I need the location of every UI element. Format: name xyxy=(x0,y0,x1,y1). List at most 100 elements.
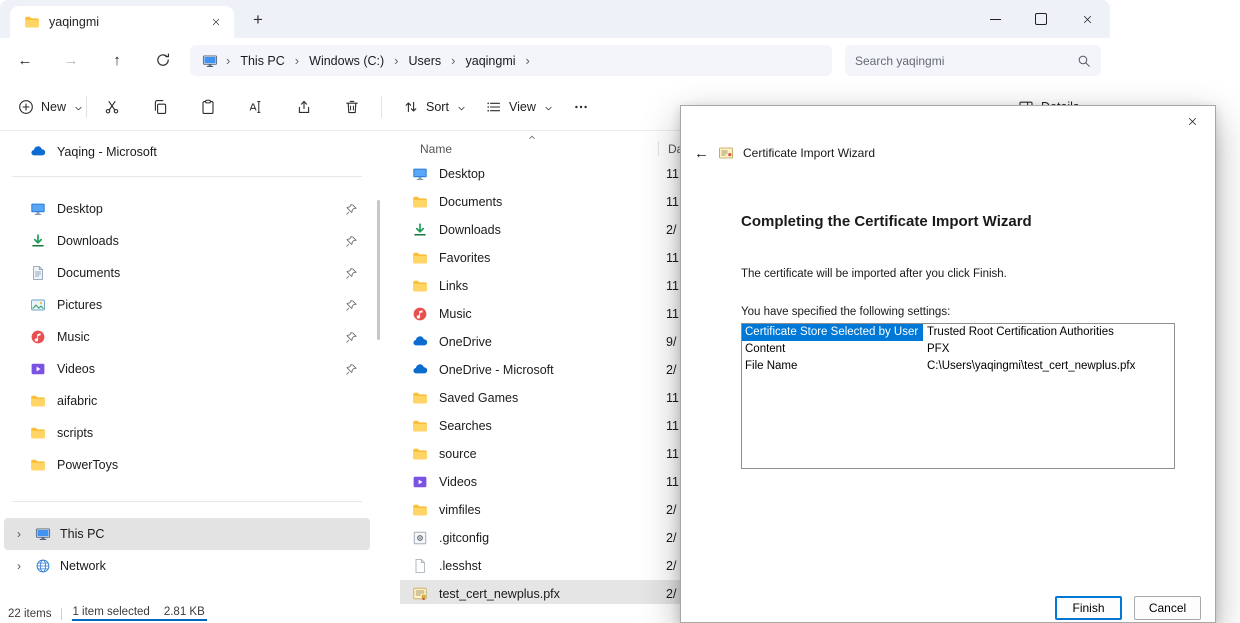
forward-button[interactable]: → xyxy=(54,44,88,76)
file-icon xyxy=(412,558,428,574)
rename-button[interactable] xyxy=(238,91,274,123)
downloads-icon xyxy=(30,233,46,249)
network-icon xyxy=(35,558,51,574)
sidebar-item-yaqing-microsoft[interactable]: Yaqing - Microsoft xyxy=(4,136,370,168)
sidebar-item-powertoys[interactable]: PowerToys xyxy=(4,449,370,481)
search-icon xyxy=(1077,54,1091,68)
file-date: 11 xyxy=(666,307,679,321)
pin-icon xyxy=(345,235,358,248)
file-date: 11 xyxy=(666,419,679,433)
this-pc-small-icon xyxy=(202,53,218,69)
file-date: 2/ xyxy=(666,531,676,545)
downloads-icon xyxy=(412,222,428,238)
file-name: .lesshst xyxy=(439,559,481,573)
sidebar-item-label: Downloads xyxy=(57,234,119,248)
certificate-wizard-icon xyxy=(718,145,734,161)
finish-button[interactable]: Finish xyxy=(1055,596,1122,620)
setting-key: Certificate Store Selected by User xyxy=(742,324,923,341)
search-box[interactable]: Search yaqingmi xyxy=(845,45,1101,76)
maximize-button[interactable] xyxy=(1018,0,1064,38)
back-button[interactable]: ← xyxy=(8,44,42,76)
folder-icon xyxy=(412,390,428,406)
dialog-back-button[interactable]: ← xyxy=(694,145,709,162)
sidebar-item-label: Music xyxy=(57,330,90,344)
window-controls xyxy=(972,0,1110,38)
new-button[interactable]: New xyxy=(8,91,94,123)
file-name: Favorites xyxy=(439,251,490,265)
breadcrumb-item-this-pc[interactable]: This PC xyxy=(238,53,286,69)
breadcrumb-item-yaqingmi[interactable]: yaqingmi xyxy=(464,53,518,69)
cut-button[interactable] xyxy=(94,91,130,123)
breadcrumb-item-users[interactable]: Users xyxy=(407,53,444,69)
setting-value: C:\Users\yaqingmi\test_cert_newplus.pfx xyxy=(923,358,1139,375)
more-options-button[interactable] xyxy=(563,91,599,123)
sort-button-label: Sort xyxy=(426,100,449,114)
folder-icon xyxy=(412,278,428,294)
sidebar-item-pictures[interactable]: Pictures xyxy=(4,289,370,321)
sidebar-item-label: scripts xyxy=(57,426,93,440)
copy-button[interactable] xyxy=(142,91,178,123)
refresh-button[interactable] xyxy=(146,44,180,76)
file-date: 9/ xyxy=(666,335,676,349)
cloud-icon xyxy=(412,334,428,350)
sidebar-scrollbar[interactable] xyxy=(377,200,380,340)
sidebar-item-desktop[interactable]: Desktop xyxy=(4,193,370,225)
new-tab-button[interactable]: + xyxy=(246,8,270,32)
column-divider[interactable] xyxy=(658,141,659,156)
sidebar-item-music[interactable]: Music xyxy=(4,321,370,353)
folder-icon xyxy=(24,14,40,30)
delete-button[interactable] xyxy=(334,91,370,123)
tab-close-button[interactable] xyxy=(206,12,226,32)
file-date: 11 xyxy=(666,279,679,293)
wizard-heading: Completing the Certificate Import Wizard xyxy=(741,213,1032,230)
address-bar[interactable]: ›This PC›Windows (C:)›Users›yaqingmi› xyxy=(190,45,832,76)
share-button[interactable] xyxy=(286,91,322,123)
sidebar-item-label: Pictures xyxy=(57,298,102,312)
minimize-icon xyxy=(990,19,1001,20)
file-name: Searches xyxy=(439,419,492,433)
view-button[interactable]: View xyxy=(476,91,564,123)
column-header-name[interactable]: Name xyxy=(420,142,452,156)
sort-button[interactable]: Sort xyxy=(393,91,477,123)
dialog-close-button[interactable] xyxy=(1170,106,1215,136)
up-button[interactable]: ↑ xyxy=(100,44,134,76)
dialog-header: ← Certificate Import Wizard xyxy=(681,140,875,166)
sidebar-item-this-pc[interactable]: ›This PC xyxy=(4,518,370,550)
settings-listbox[interactable]: Certificate Store Selected by UserTruste… xyxy=(741,323,1175,469)
file-date: 11 xyxy=(666,195,679,209)
file-date: 2/ xyxy=(666,503,676,517)
sidebar-divider xyxy=(12,501,362,502)
sidebar: Yaqing - Microsoft Desktop Downloads Docume… xyxy=(0,132,374,604)
dialog-title: Certificate Import Wizard xyxy=(743,146,875,160)
folder-icon xyxy=(30,393,46,409)
sidebar-item-documents[interactable]: Documents xyxy=(4,257,370,289)
sidebar-item-scripts[interactable]: scripts xyxy=(4,417,370,449)
toolbar-divider xyxy=(381,96,382,118)
explorer-tab[interactable]: yaqingmi xyxy=(10,6,234,38)
breadcrumb-item-windows-c[interactable]: Windows (C:) xyxy=(307,53,386,69)
cancel-button[interactable]: Cancel xyxy=(1134,596,1201,620)
documents-icon xyxy=(30,265,46,281)
minimize-button[interactable] xyxy=(972,0,1018,38)
file-date: 11 xyxy=(666,251,679,265)
tab-bar: yaqingmi + xyxy=(0,0,1110,38)
paste-icon xyxy=(200,99,216,115)
file-name: source xyxy=(439,447,477,461)
music-icon xyxy=(30,329,46,345)
settings-row-file-name[interactable]: File NameC:\Users\yaqingmi\test_cert_new… xyxy=(742,358,1174,375)
breadcrumb-chevron-icon: › xyxy=(394,53,398,68)
settings-row-content[interactable]: ContentPFX xyxy=(742,341,1174,358)
file-date: 11 xyxy=(666,391,679,405)
setting-key: File Name xyxy=(742,358,923,375)
breadcrumb-chevron-icon: › xyxy=(526,53,530,68)
window-close-button[interactable] xyxy=(1064,0,1110,38)
paste-button[interactable] xyxy=(190,91,226,123)
chevron-down-icon xyxy=(73,103,84,114)
sidebar-item-aifabric[interactable]: aifabric xyxy=(4,385,370,417)
settings-row-certificate-store-selected-by-user[interactable]: Certificate Store Selected by UserTruste… xyxy=(742,324,1174,341)
sidebar-item-network[interactable]: ›Network xyxy=(4,550,370,582)
file-date: 11 xyxy=(666,475,679,489)
sidebar-item-videos[interactable]: Videos xyxy=(4,353,370,385)
sidebar-item-downloads[interactable]: Downloads xyxy=(4,225,370,257)
cloud-icon xyxy=(30,144,46,160)
